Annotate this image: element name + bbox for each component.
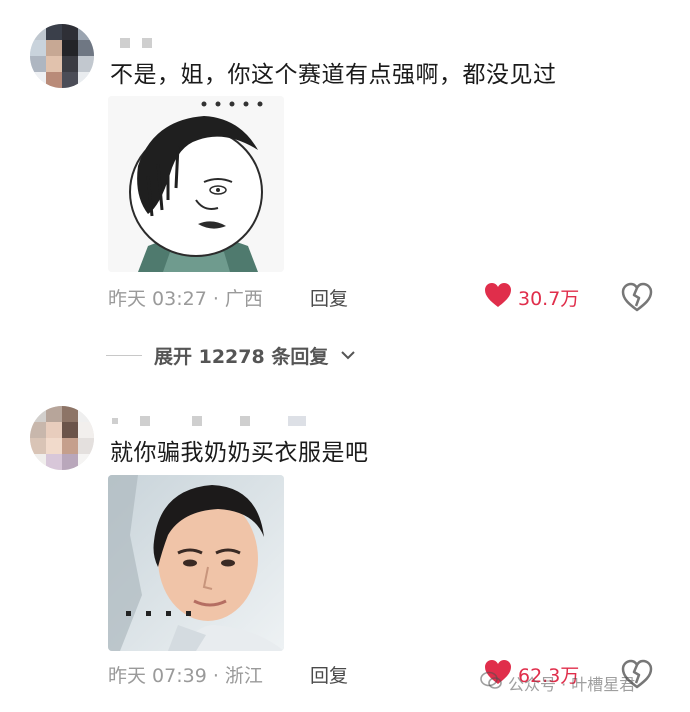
avatar[interactable]	[30, 406, 94, 470]
watermark-text: 公众号 · 叶槽星君	[508, 675, 636, 694]
blur-block	[120, 38, 130, 48]
comment-text: 就你骗我奶奶买衣服是吧	[110, 440, 369, 466]
broken-heart-icon[interactable]	[620, 280, 654, 314]
like-button[interactable]: 30.7万	[484, 280, 579, 314]
heart-icon	[484, 282, 512, 313]
watermark: 公众号 · 叶槽星君	[480, 668, 635, 698]
blur-block	[140, 416, 150, 426]
blur-block	[112, 418, 118, 424]
meme-image[interactable]	[108, 96, 284, 272]
blur-block	[192, 416, 202, 426]
expand-replies-label: 展开 12278 条回复	[154, 345, 329, 368]
comment-meta: 昨天 03:27 · 广西 回复 30.7万	[108, 280, 654, 314]
like-count: 30.7万	[518, 287, 580, 310]
timestamp: 昨天 03:27 · 广西	[108, 288, 263, 310]
reply-button[interactable]: 回复	[310, 661, 348, 688]
timestamp: 昨天 07:39 · 浙江	[108, 665, 263, 687]
reply-button[interactable]: 回复	[310, 284, 348, 311]
blur-block	[288, 416, 306, 426]
avatar[interactable]	[30, 24, 94, 88]
divider	[106, 354, 142, 356]
portrait-image[interactable]	[108, 475, 284, 651]
expand-replies-button[interactable]: 展开 12278 条回复	[106, 340, 356, 370]
comment-thread: 不是，姐，你这个赛道有点强啊，都没见过 昨天 03:27 · 广西 回复 30.…	[0, 0, 690, 712]
chevron-down-icon	[340, 346, 356, 365]
blur-block	[240, 416, 250, 426]
blur-block	[142, 38, 152, 48]
comment-text: 不是，姐，你这个赛道有点强啊，都没见过	[110, 62, 557, 88]
wechat-icon	[480, 671, 502, 695]
